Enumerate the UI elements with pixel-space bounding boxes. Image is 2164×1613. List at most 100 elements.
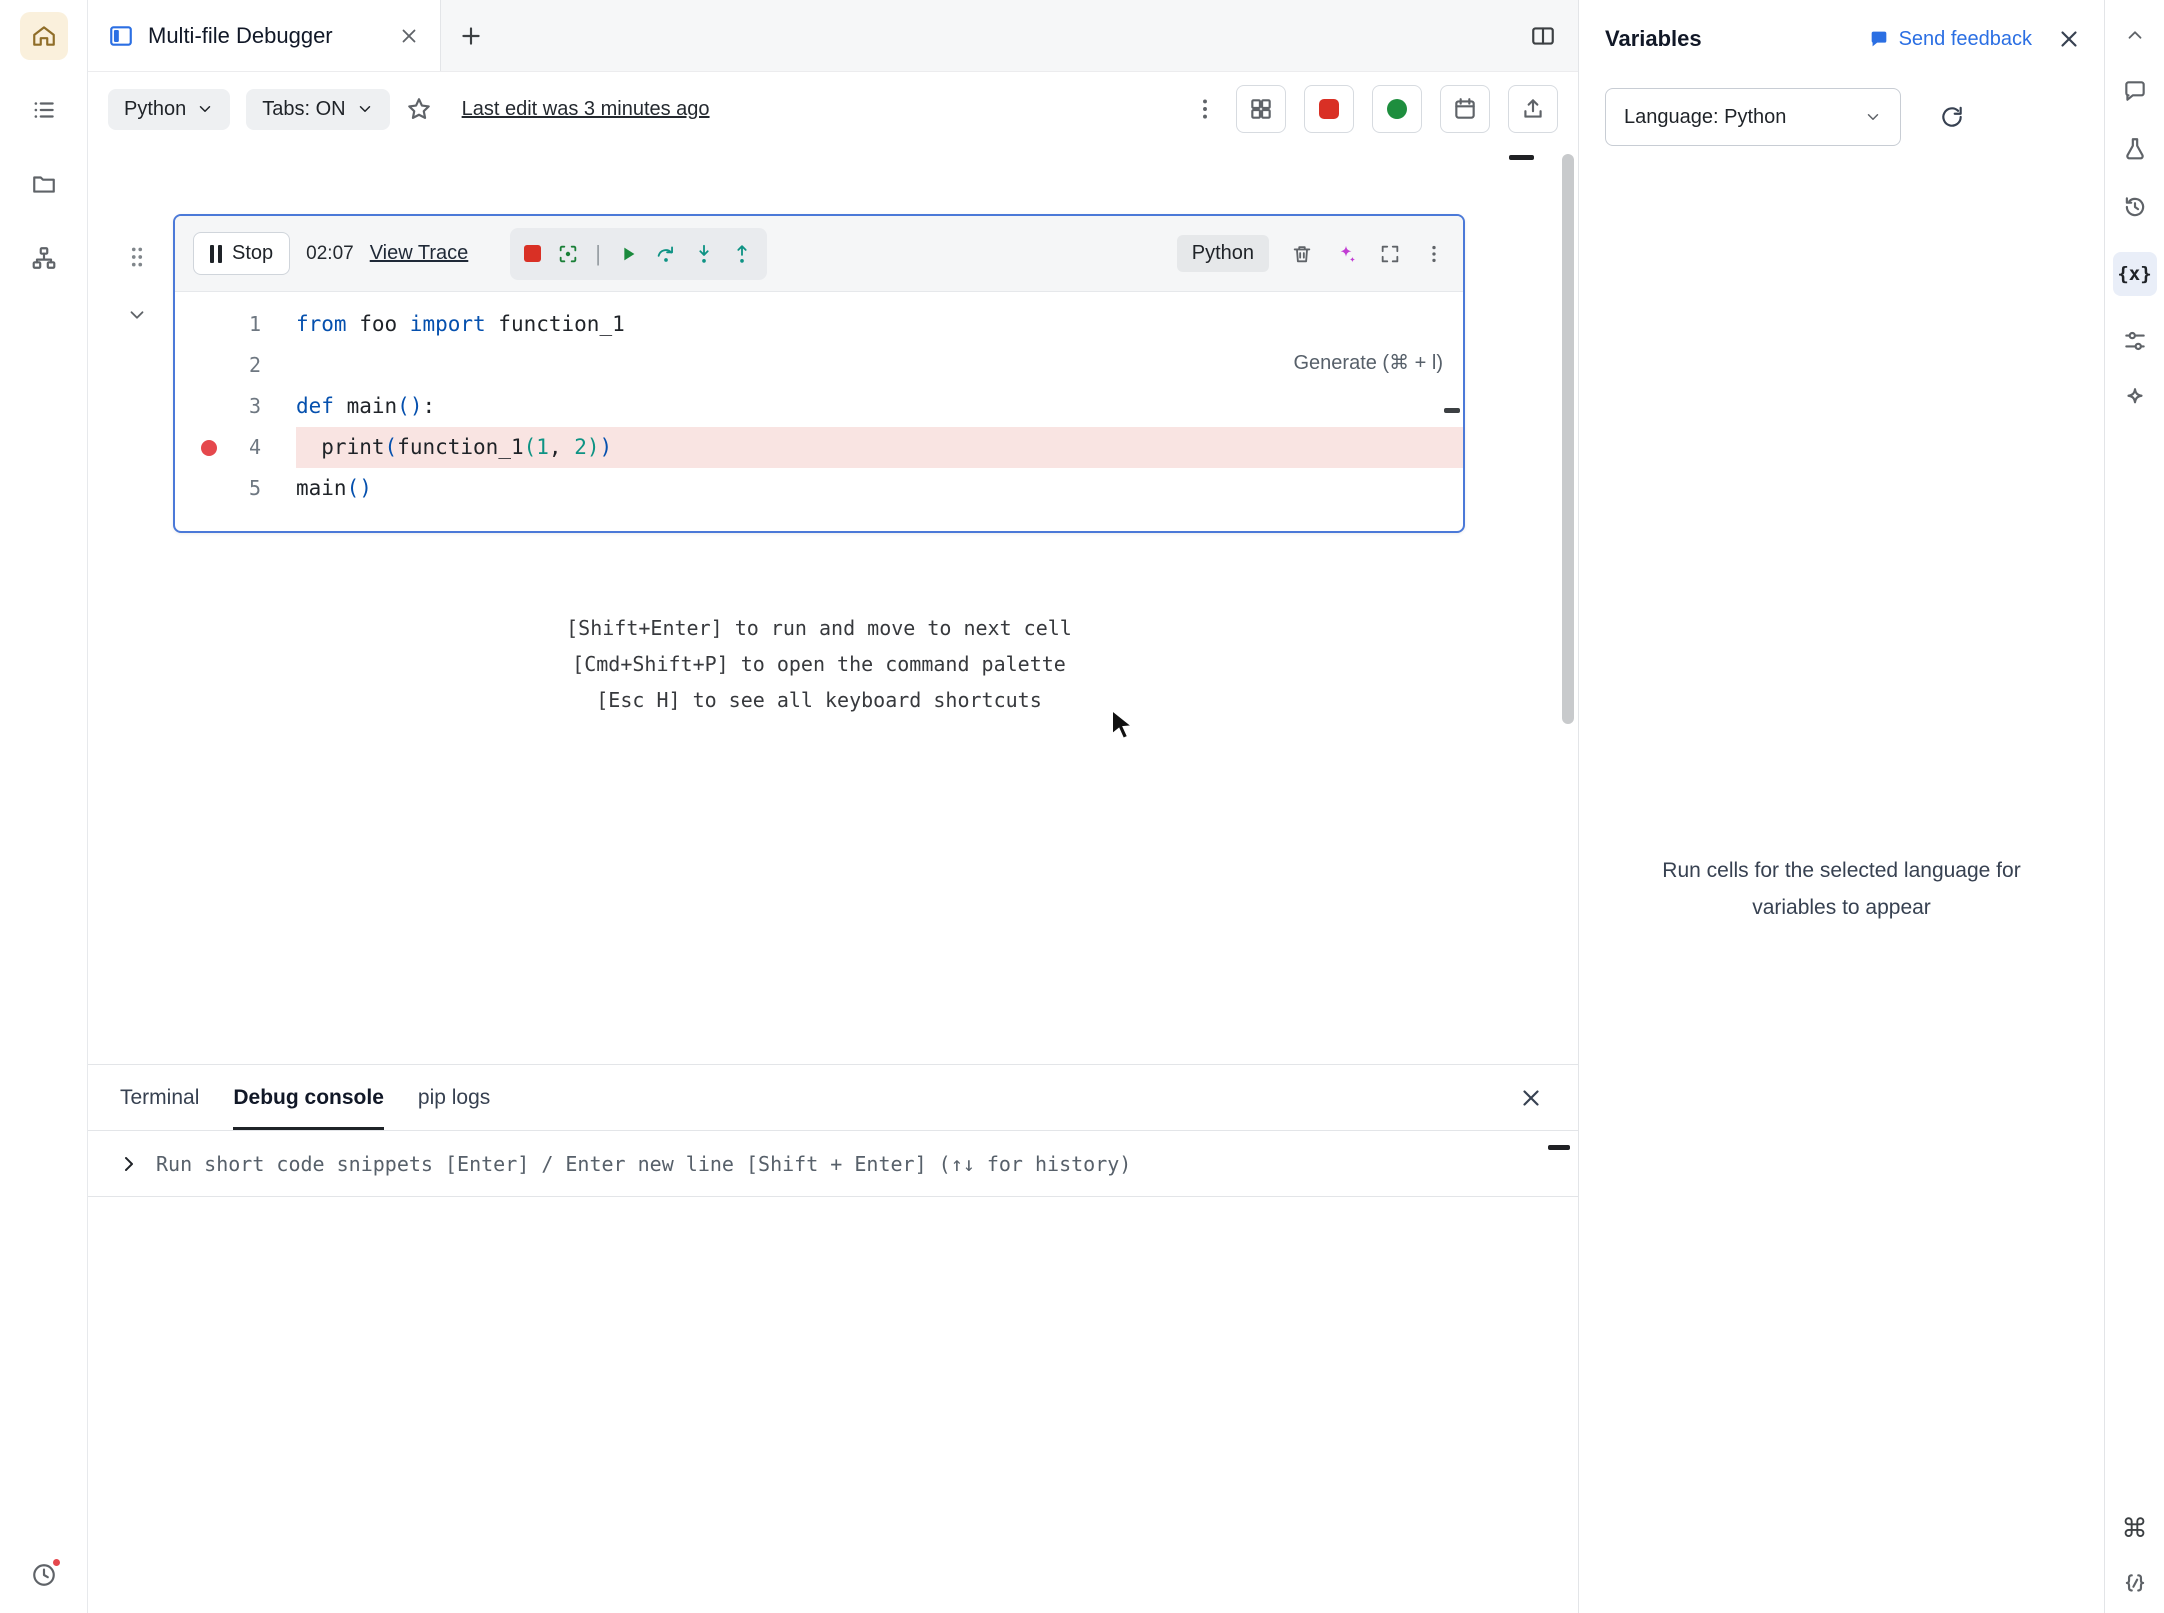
- layout-grid-button[interactable]: [1236, 85, 1286, 133]
- line-number: 4: [249, 427, 261, 468]
- code-editor[interactable]: 1from foo import function_123def main():…: [175, 292, 1463, 531]
- list-icon: [31, 97, 57, 123]
- ai-sparkle-icon[interactable]: [1335, 243, 1357, 265]
- feedback-bubble-icon: [1868, 28, 1890, 50]
- history-button[interactable]: [20, 1551, 68, 1599]
- collapse-panel-icon[interactable]: [2124, 24, 2146, 46]
- fullscreen-icon[interactable]: [1379, 243, 1401, 265]
- tab-close-icon[interactable]: [398, 25, 420, 47]
- calendar-icon: [1452, 96, 1478, 122]
- variables-empty-state: Run cells for the selected language for …: [1619, 852, 2064, 926]
- split-view-button[interactable]: [1530, 0, 1556, 71]
- generate-hint: Generate (⌘ + l): [1293, 350, 1443, 375]
- step-into-icon[interactable]: [693, 243, 715, 265]
- tab-debug-console[interactable]: Debug console: [233, 1065, 384, 1130]
- machine-status-button[interactable]: [1372, 85, 1422, 133]
- new-tab-button[interactable]: [441, 0, 501, 71]
- console-output-area[interactable]: [88, 1197, 1578, 1613]
- view-trace-link[interactable]: View Trace: [370, 242, 469, 265]
- cell-collapse-icon[interactable]: [126, 304, 148, 326]
- panel-title: Variables: [1605, 26, 1702, 52]
- share-button[interactable]: [1508, 85, 1558, 133]
- code-text[interactable]: [296, 345, 1463, 386]
- comments-icon[interactable]: [2122, 78, 2148, 104]
- variables-panel: Variables Send feedback Language: Python…: [1578, 0, 2104, 1613]
- code-line[interactable]: 3def main():: [175, 386, 1463, 427]
- stop-debug-button[interactable]: Stop: [193, 232, 290, 275]
- step-out-icon[interactable]: [731, 243, 753, 265]
- bottom-panel-tabs: Terminal Debug console pip logs: [88, 1065, 1578, 1131]
- running-status-icon: [1387, 99, 1407, 119]
- debug-console-input[interactable]: Run short code snippets [Enter] / Enter …: [88, 1131, 1578, 1197]
- debug-controls-group: |: [510, 228, 767, 280]
- files-button[interactable]: [20, 160, 68, 208]
- stop-execution-icon[interactable]: [524, 245, 541, 262]
- cell-menu-icon[interactable]: [1423, 243, 1445, 265]
- inspect-icon[interactable]: [557, 243, 579, 265]
- stop-square-icon: [1319, 99, 1339, 119]
- code-text[interactable]: def main():: [296, 386, 1463, 427]
- cell-language-button[interactable]: Python: [1177, 235, 1269, 272]
- home-icon: [31, 23, 57, 49]
- line-gutter[interactable]: 4: [175, 427, 296, 468]
- code-lines: 1from foo import function_123def main():…: [175, 304, 1463, 509]
- favorite-button[interactable]: [406, 96, 432, 122]
- tab-terminal[interactable]: Terminal: [120, 1065, 199, 1130]
- delete-cell-icon[interactable]: [1291, 243, 1313, 265]
- language-dropdown[interactable]: Python: [108, 89, 230, 130]
- tabs-toggle[interactable]: Tabs: ON: [246, 89, 389, 130]
- code-cell: Stop 02:07 View Trace |: [173, 214, 1465, 533]
- home-button[interactable]: [20, 12, 68, 60]
- cell-debug-toolbar: Stop 02:07 View Trace |: [175, 216, 1463, 292]
- toolbar-menu-button[interactable]: [1192, 96, 1218, 122]
- tab-multi-file-debugger[interactable]: Multi-file Debugger: [88, 0, 441, 71]
- chevron-down-icon: [356, 100, 374, 118]
- close-bottom-panel-icon[interactable]: [1518, 1065, 1544, 1130]
- snippets-icon[interactable]: [2122, 1571, 2148, 1597]
- integrations-button[interactable]: [20, 234, 68, 282]
- close-variables-icon[interactable]: [2056, 26, 2082, 52]
- code-line[interactable]: 1from foo import function_1: [175, 304, 1463, 345]
- chevron-down-icon: [196, 100, 214, 118]
- console-placeholder: Run short code snippets [Enter] / Enter …: [156, 1152, 1131, 1176]
- line-gutter[interactable]: 5: [175, 468, 296, 509]
- tab-bar: Multi-file Debugger: [88, 0, 1578, 72]
- refresh-variables-icon[interactable]: [1939, 104, 1965, 130]
- outline-button[interactable]: [20, 86, 68, 134]
- right-rail-bottom: ⌘: [2122, 1515, 2148, 1597]
- line-gutter[interactable]: 2: [175, 345, 296, 386]
- code-line[interactable]: 5main(): [175, 468, 1463, 509]
- variables-panel-icon[interactable]: {x}: [2113, 252, 2157, 296]
- tab-pip-logs[interactable]: pip logs: [418, 1065, 490, 1130]
- code-line[interactable]: 2: [175, 345, 1463, 386]
- code-line[interactable]: 4 print(function_1(1, 2)): [175, 427, 1463, 468]
- cell-drag-handle-icon[interactable]: [124, 244, 150, 270]
- code-text[interactable]: main(): [296, 468, 1463, 509]
- code-text[interactable]: from foo import function_1: [296, 304, 1463, 345]
- schedule-button[interactable]: [1440, 85, 1490, 133]
- breakpoint-dot[interactable]: [201, 440, 217, 456]
- variables-header: Variables Send feedback: [1579, 0, 2104, 52]
- plus-icon: [458, 23, 484, 49]
- last-edit-link[interactable]: Last edit was 3 minutes ago: [462, 98, 710, 121]
- chevron-down-icon: [1864, 108, 1882, 126]
- hint-line: [Shift+Enter] to run and move to next ce…: [173, 610, 1465, 646]
- panel-resize-indicator[interactable]: [1509, 155, 1534, 160]
- sitemap-icon: [31, 245, 57, 271]
- continue-icon[interactable]: [617, 243, 639, 265]
- line-number: 2: [249, 345, 261, 386]
- vertical-scrollbar[interactable]: [1562, 154, 1574, 724]
- variables-language-select[interactable]: Language: Python: [1605, 88, 1901, 146]
- ai-panel-icon[interactable]: [2122, 386, 2148, 412]
- settings-sliders-icon[interactable]: [2122, 328, 2148, 354]
- line-gutter[interactable]: 3: [175, 386, 296, 427]
- keyboard-shortcuts-icon[interactable]: ⌘: [2122, 1515, 2148, 1541]
- stop-machine-button[interactable]: [1304, 85, 1354, 133]
- code-text[interactable]: print(function_1(1, 2)): [296, 427, 1463, 468]
- line-gutter[interactable]: 1: [175, 304, 296, 345]
- history-panel-icon[interactable]: [2122, 194, 2148, 220]
- step-over-icon[interactable]: [655, 243, 677, 265]
- environment-flask-icon[interactable]: [2122, 136, 2148, 162]
- toolbar-right-group: [1192, 85, 1558, 133]
- send-feedback-link[interactable]: Send feedback: [1868, 28, 2032, 51]
